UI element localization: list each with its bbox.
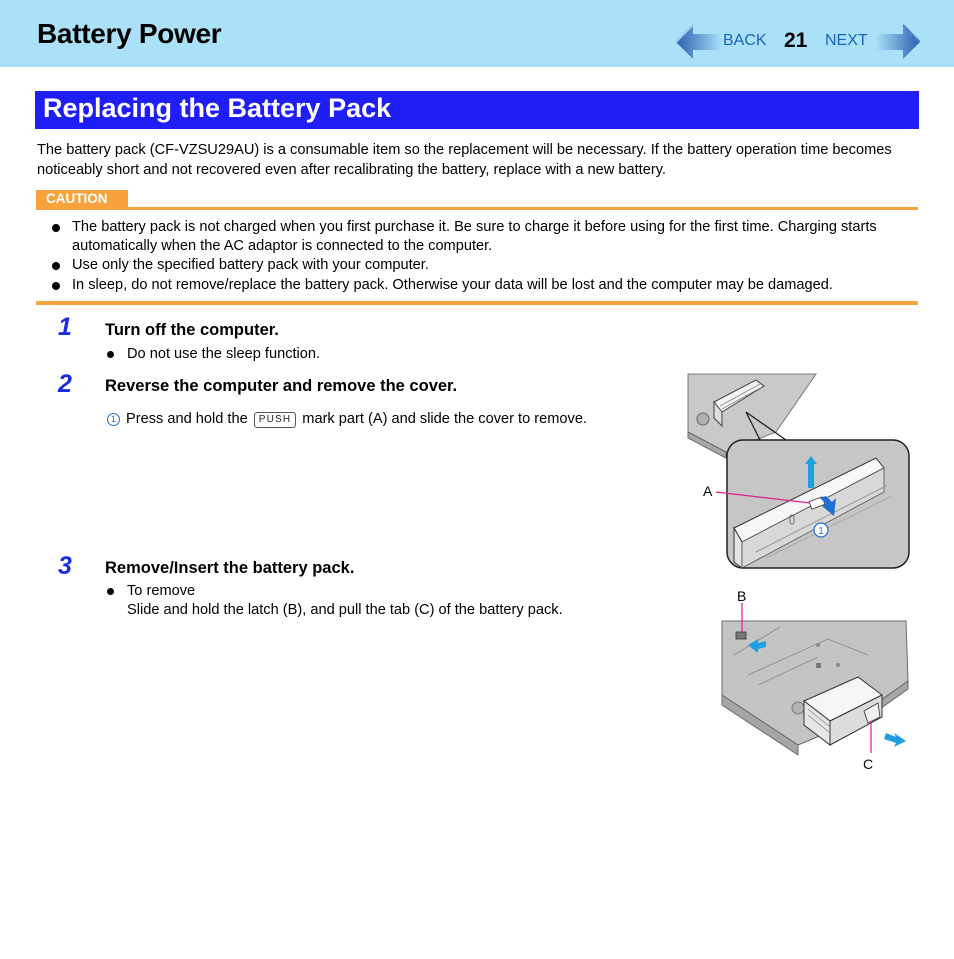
step-title: Reverse the computer and remove the cove… (105, 377, 458, 395)
caution-label: CAUTION (36, 190, 128, 208)
step-number: 3 (58, 552, 72, 580)
circled-number-icon: 1 (107, 413, 120, 426)
step-bullet: To remove (107, 582, 196, 601)
step-bullet-detail: Slide and hold the latch (B), and pull t… (127, 602, 563, 618)
intro-paragraph: The battery pack (CF-VZSU29AU) is a cons… (37, 142, 892, 178)
step-title: Remove/Insert the battery pack. (105, 559, 355, 577)
step-number: 2 (58, 370, 72, 398)
next-link[interactable]: NEXT (825, 32, 868, 50)
cover-removal-illustration: 1 A (687, 373, 910, 569)
caution-bottom-divider (36, 301, 918, 305)
figure-step-marker: 1 (818, 526, 824, 537)
bullet-icon (52, 224, 60, 232)
chapter-title: Battery Power (37, 18, 222, 49)
push-mark: PUSH (253, 412, 297, 428)
section-title: Replacing the Battery Pack (35, 91, 919, 129)
substep: 1 Press and hold the PUSH mark part (A) and… (107, 410, 587, 429)
substep-text-before: Press and hold the (126, 411, 248, 427)
bullet-icon (52, 262, 60, 271)
callout-b: B (737, 588, 746, 604)
back-arrow-icon[interactable] (676, 24, 722, 60)
step-bullet-text: Do not use the sleep function. (127, 346, 321, 362)
caution-item: The battery pack is not charged when you… (36, 218, 918, 256)
callout-a: A (703, 483, 713, 499)
caution-list: The battery pack is not charged when you… (36, 218, 918, 295)
battery-removal-illustration: B C (721, 588, 909, 772)
caution-item-text: Use only the specified battery pack with… (72, 257, 429, 274)
step-bullet-heading: To remove (127, 583, 196, 599)
caution-item: In sleep, do not remove/replace the batt… (36, 276, 918, 295)
bullet-icon (107, 351, 114, 358)
caution-item: Use only the specified battery pack with… (36, 256, 918, 275)
header-bar: Battery Power BACK 21 NEXT (0, 0, 954, 67)
step-bullet: Do not use the sleep function. (107, 345, 321, 364)
back-link[interactable]: BACK (723, 32, 767, 50)
substep-text-after: mark part (A) and slide the cover to rem… (302, 411, 587, 427)
caution-item-text: In sleep, do not remove/replace the batt… (72, 276, 833, 293)
bullet-icon (107, 588, 114, 595)
caution-item-text: The battery pack is not charged when you… (72, 219, 877, 255)
callout-c: C (863, 756, 873, 772)
step-number: 1 (58, 313, 72, 341)
caution-top-divider (36, 207, 918, 210)
step-title: Turn off the computer. (105, 321, 279, 339)
page-number: 21 (784, 29, 808, 52)
bullet-icon (52, 281, 60, 290)
next-arrow-icon[interactable] (876, 24, 920, 60)
